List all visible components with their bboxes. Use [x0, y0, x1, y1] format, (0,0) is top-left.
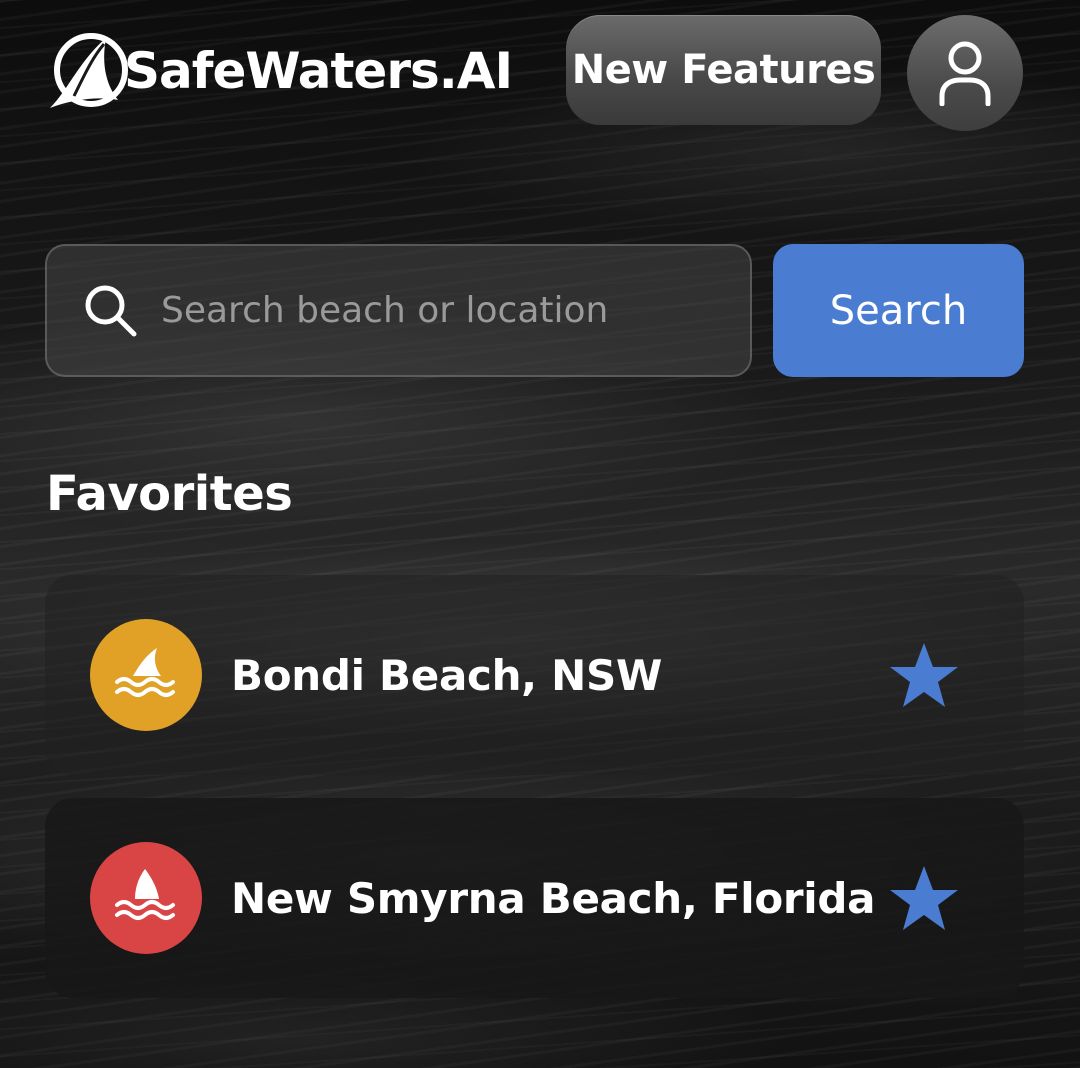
favorite-item-new-smyrna[interactable]: New Smyrna Beach, Florida: [45, 798, 1024, 998]
favorite-name: Bondi Beach, NSW: [231, 650, 662, 700]
star-icon[interactable]: [888, 862, 960, 934]
search-input[interactable]: [161, 246, 750, 375]
favorite-item-bondi[interactable]: Bondi Beach, NSW: [45, 575, 1024, 775]
favorites-heading: Favorites: [46, 466, 293, 522]
profile-button[interactable]: [907, 15, 1023, 131]
new-features-button[interactable]: New Features: [566, 15, 881, 125]
star-icon[interactable]: [888, 639, 960, 711]
search-icon: [85, 285, 137, 336]
user-icon: [939, 41, 991, 106]
app-name: SafeWaters.AI: [124, 42, 513, 100]
shark-fin-waves-icon: [115, 648, 175, 697]
app-logo[interactable]: SafeWaters.AI: [46, 30, 513, 112]
shark-fin-logo-icon: [50, 33, 128, 108]
risk-badge: [90, 619, 202, 731]
shark-fin-waves-icon: [115, 869, 175, 920]
favorite-name: New Smyrna Beach, Florida: [231, 873, 876, 923]
search-box[interactable]: [45, 244, 752, 377]
risk-badge: [90, 842, 202, 954]
search-button[interactable]: Search: [773, 244, 1024, 377]
